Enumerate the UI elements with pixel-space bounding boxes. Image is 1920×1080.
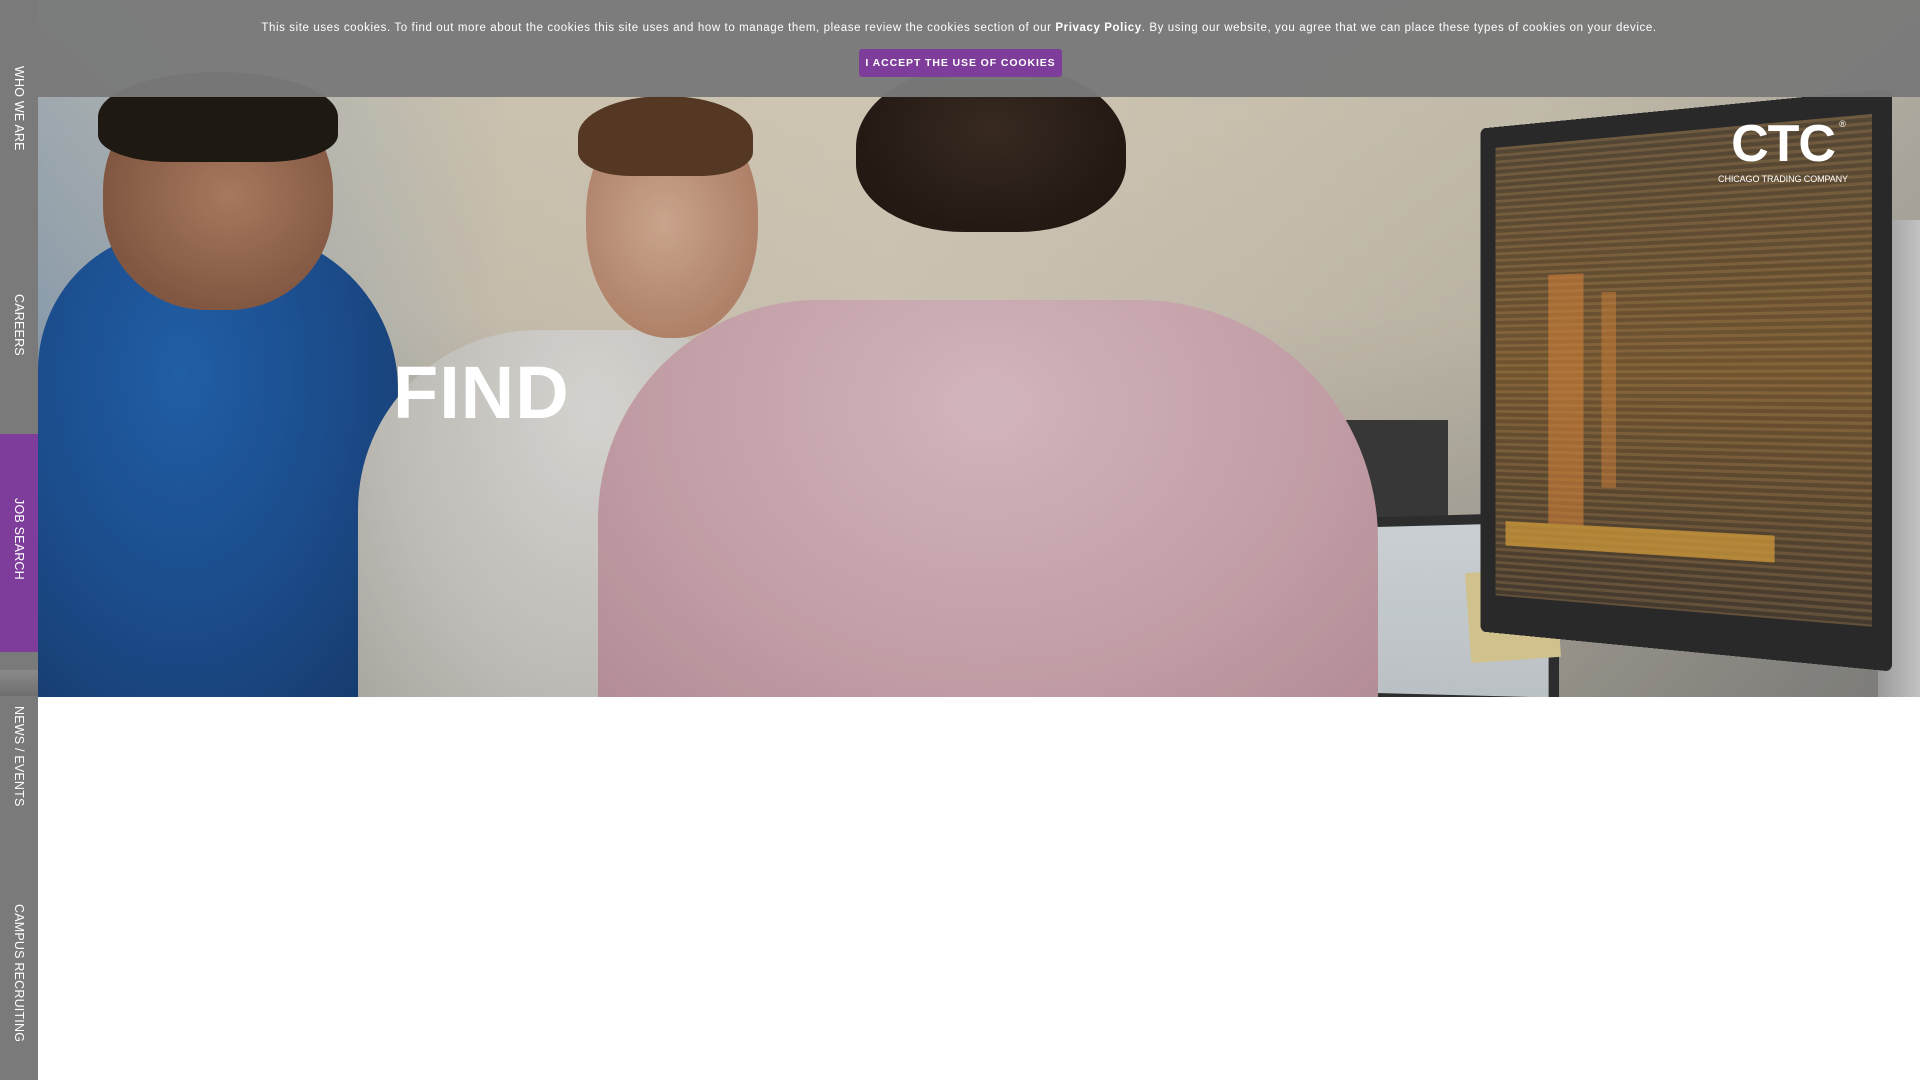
logo-mark: CTC ® [1731,115,1846,173]
registered-mark: ® [1839,119,1846,129]
side-nav-item-careers[interactable]: CAREERS [0,220,38,434]
side-nav-label: JOB SEARCH [12,498,26,580]
side-nav-item-news-events[interactable]: NEWS / EVENTS [0,696,38,882]
side-nav-item-who-we-are[interactable]: WHO WE ARE [0,0,38,220]
hero-overlay [38,0,1920,697]
side-nav-item-job-search[interactable]: JOB SEARCH [0,434,38,652]
cookie-message: This site uses cookies. To find out more… [38,22,1880,34]
cookie-text-before: This site uses cookies. To find out more… [261,22,1056,34]
accept-cookies-button[interactable]: I ACCEPT THE USE OF COOKIES [859,49,1062,77]
side-nav-label: WHO WE ARE [12,66,26,151]
cookie-text-after: . By using our website, you agree that w… [1141,22,1657,34]
logo-subtitle: CHICAGO TRADING COMPANY [1718,174,1848,184]
side-nav-item-campus-recruiting[interactable]: CAMPUS RECRUITING [0,882,38,1080]
cookie-banner: This site uses cookies. To find out more… [38,0,1920,97]
ctc-logo[interactable]: CTC ® CHICAGO TRADING COMPANY [1708,118,1858,184]
side-nav: WHO WE ARE CAREERS JOB SEARCH NEWS / EVE… [0,0,38,1080]
hero-banner: FIND CTC ® CHICAGO TRADING COMPANY [38,0,1920,697]
side-nav-label: CAMPUS RECRUITING [12,904,26,1043]
logo-mark-text: CTC [1731,115,1836,173]
side-nav-label: CAREERS [12,294,26,356]
privacy-policy-link[interactable]: Privacy Policy [1055,22,1141,34]
side-nav-label: NEWS / EVENTS [12,706,26,807]
side-nav-divider [0,652,38,696]
hero-heading: FIND [393,351,570,434]
